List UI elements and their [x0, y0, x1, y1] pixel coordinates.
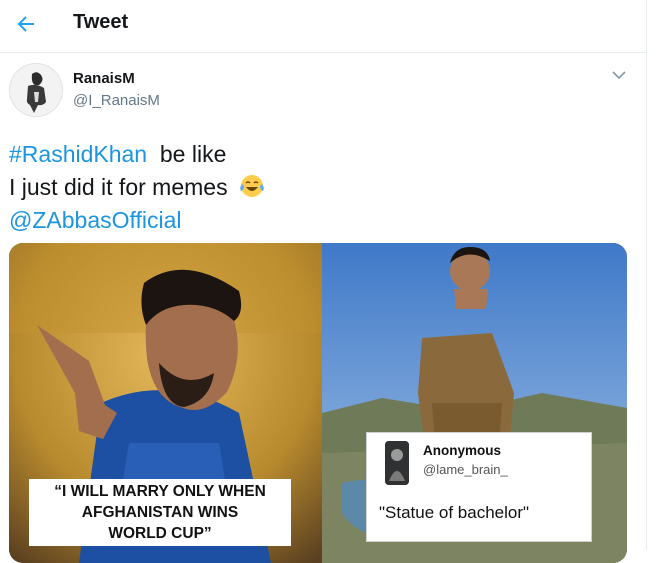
photo-statue-right: Anonymous @lame_brain_ "Statue of bachel…	[322, 243, 627, 563]
caption-line: “I WILL MARRY ONLY WHEN	[54, 483, 266, 500]
hashtag-link[interactable]: #RashidKhan	[9, 141, 147, 167]
card-quote-text: "Statue of bachelor"	[379, 503, 530, 522]
avatar[interactable]	[9, 63, 63, 117]
card-avatar-image	[385, 441, 409, 485]
caption-line: AFGHANISTAN WINS	[81, 504, 239, 521]
caption-line: WORLD CUP”	[108, 525, 212, 542]
tweet-line-1: #RashidKhan be like	[9, 138, 266, 171]
column-divider	[646, 0, 647, 550]
tweet-text-segment: I just did it for memes	[9, 174, 228, 200]
mention-link[interactable]: @ZAbbasOfficial	[9, 207, 182, 233]
tweet-text-segment: be like	[159, 141, 227, 167]
user-name[interactable]: RanaisM	[73, 70, 135, 87]
tweet-text: #RashidKhan be like I just did it for me…	[9, 138, 266, 237]
card-author-name: Anonymous	[423, 443, 502, 458]
back-arrow-icon[interactable]	[14, 12, 38, 36]
card-author-handle: @lame_brain_	[423, 462, 508, 477]
laughing-emoji-icon	[240, 175, 264, 197]
page-title: Tweet	[73, 11, 129, 33]
tweet-media[interactable]: “I WILL MARRY ONLY WHEN AFGHANISTAN WINS…	[9, 243, 627, 563]
meme-quote-card: Anonymous @lame_brain_ "Statue of bachel…	[366, 432, 592, 542]
photo-player-left: “I WILL MARRY ONLY WHEN AFGHANISTAN WINS…	[9, 243, 322, 563]
avatar-image	[10, 64, 62, 116]
user-handle[interactable]: @I_RanaisM	[73, 92, 160, 109]
tweet-line-2: I just did it for memes	[9, 171, 266, 204]
image-caption: “I WILL MARRY ONLY WHEN AFGHANISTAN WINS…	[29, 479, 291, 546]
card-avatar	[385, 441, 409, 485]
page-header: Tweet	[0, 0, 646, 53]
chevron-down-icon[interactable]	[610, 66, 628, 84]
tweet-line-3: @ZAbbasOfficial	[9, 204, 266, 237]
